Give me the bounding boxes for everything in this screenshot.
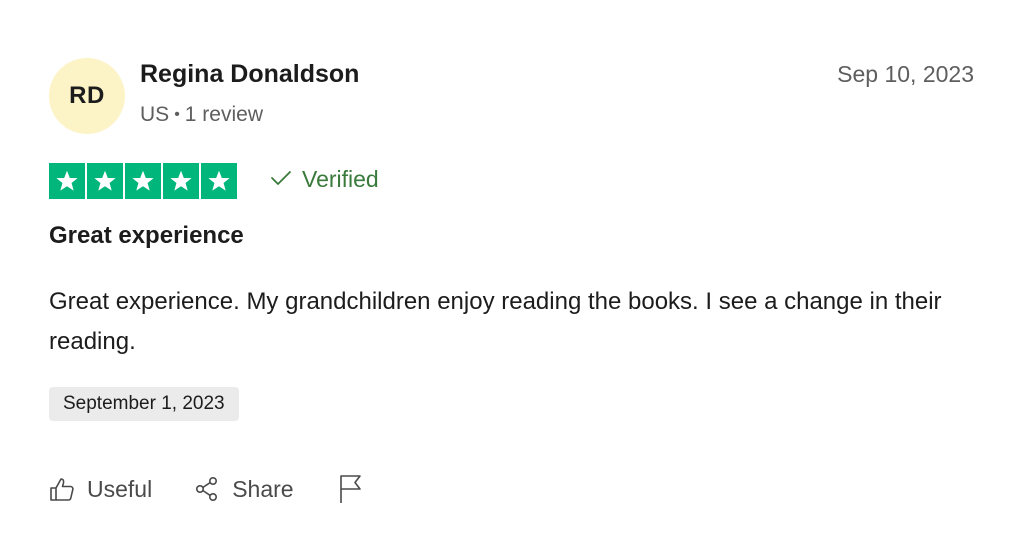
share-label: Share <box>232 475 294 502</box>
separator-dot: • <box>174 106 180 123</box>
star-rating <box>49 163 237 199</box>
star-icon <box>87 163 123 199</box>
star-icon <box>201 163 237 199</box>
share-icon <box>194 476 220 502</box>
review-title[interactable]: Great experience <box>49 222 244 250</box>
review-card: RD Regina Donaldson US • 1 review Sep 10, … <box>0 0 1024 549</box>
checkmark-icon <box>270 166 292 193</box>
review-actions: Useful Share <box>49 474 364 504</box>
useful-label: Useful <box>87 475 153 502</box>
reviewer-review-count: 1 review <box>184 103 263 126</box>
reviewer-meta: US • 1 review <box>140 103 263 127</box>
reviewer-country: US <box>140 103 170 126</box>
star-icon <box>163 163 199 199</box>
report-button[interactable] <box>338 474 364 504</box>
experience-date-badge: September 1, 2023 <box>49 387 239 421</box>
share-button[interactable]: Share <box>194 475 294 503</box>
star-icon <box>49 163 85 199</box>
verified-label: Verified <box>302 166 379 192</box>
useful-button[interactable]: Useful <box>49 476 152 503</box>
thumbs-up-icon <box>49 476 75 502</box>
star-icon <box>125 163 161 199</box>
verified-badge[interactable]: Verified <box>270 166 379 193</box>
review-body: Great experience. My grandchildren enjoy… <box>49 288 942 355</box>
avatar-initials: RD <box>69 82 105 109</box>
review-date: Sep 10, 2023 <box>837 61 974 87</box>
avatar: RD <box>49 58 125 134</box>
reviewer-name[interactable]: Regina Donaldson <box>140 60 359 89</box>
flag-icon <box>338 474 364 504</box>
